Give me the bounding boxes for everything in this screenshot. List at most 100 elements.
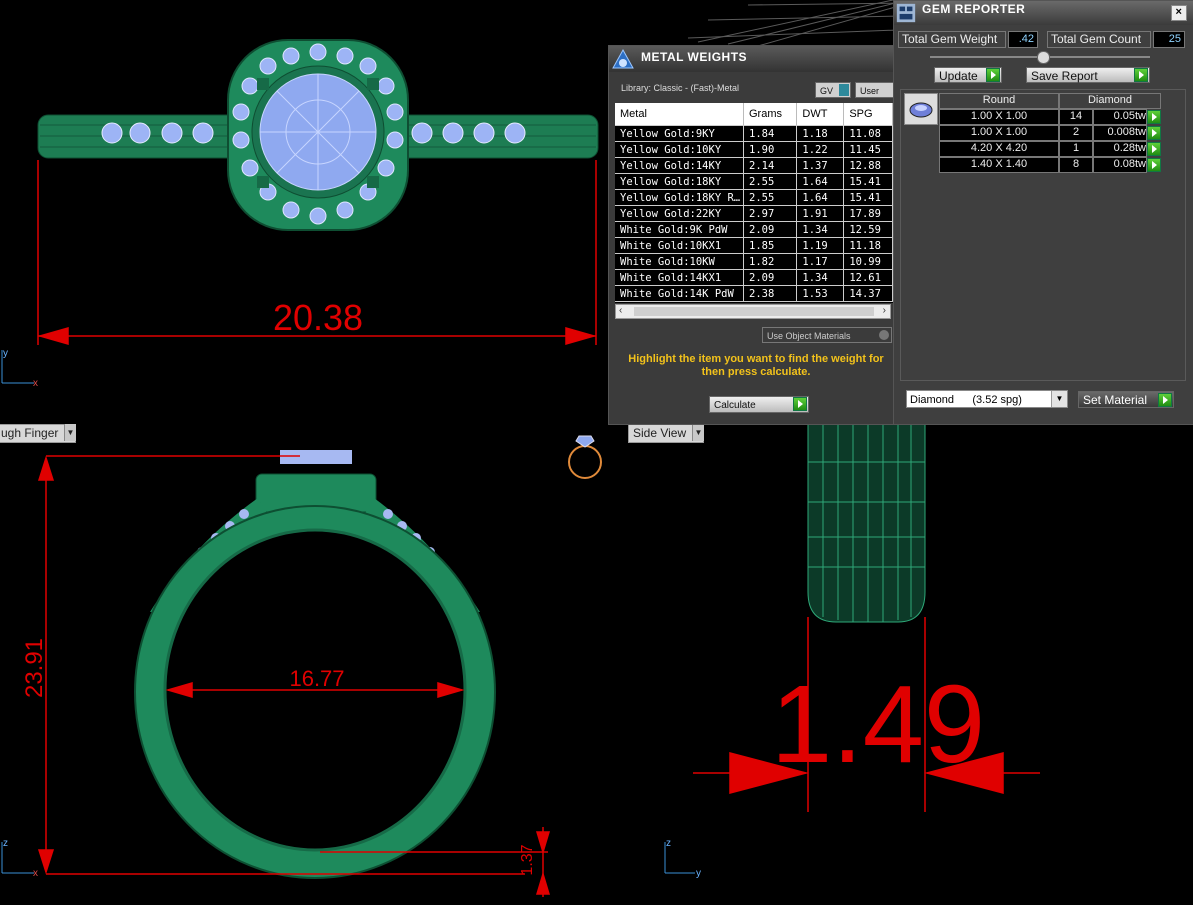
gem-count-cell: 2 bbox=[1059, 125, 1093, 141]
library-label: Library: Classic - (Fast)-Metal bbox=[621, 83, 740, 93]
close-icon[interactable]: × bbox=[1171, 5, 1187, 21]
metal-name-cell: Yellow Gold:9KY bbox=[615, 125, 744, 142]
col-header-spg[interactable]: SPG bbox=[843, 103, 893, 126]
col-header-grams[interactable]: Grams bbox=[743, 103, 798, 126]
table-row[interactable]: White Gold:10KX1 1.85 1.19 11.18 bbox=[615, 237, 893, 254]
metal-weights-panel: METAL WEIGHTS Library: Classic - (Fast)-… bbox=[608, 45, 895, 425]
gem-header-material: Diamond bbox=[1059, 93, 1161, 109]
metal-weights-titlebar[interactable]: METAL WEIGHTS bbox=[609, 46, 894, 72]
col-header-metal[interactable]: Metal bbox=[615, 103, 744, 126]
metal-name-cell: White Gold:9K PdW bbox=[615, 221, 744, 238]
dwt-cell: 1.37 bbox=[796, 157, 845, 174]
chevron-down-icon[interactable]: ▼ bbox=[1051, 391, 1067, 407]
gem-row-select-button[interactable] bbox=[1147, 142, 1161, 156]
save-report-label: Save Report bbox=[1031, 69, 1098, 83]
grams-cell: 1.84 bbox=[743, 125, 798, 142]
gem-size-cell: 1.00 X 1.00 bbox=[939, 125, 1059, 141]
front-view-ring-drawing: 23.91 16.77 1.37 z x bbox=[1, 435, 602, 897]
grams-cell: 2.38 bbox=[743, 285, 798, 302]
scroll-right-icon[interactable]: › bbox=[883, 305, 886, 316]
front-viewport[interactable]: ugh Finger ▼ 23.91 16.77 1.37 z x bbox=[0, 422, 625, 905]
gem-thumbnail[interactable] bbox=[904, 93, 938, 125]
gem-count-cell: 8 bbox=[1059, 157, 1093, 173]
metal-weights-table: Metal Grams DWT SPG Yellow Gold:9KY 1.84 1… bbox=[615, 103, 893, 302]
col-header-dwt[interactable]: DWT bbox=[796, 103, 845, 126]
calculate-hint: Highlight the item you want to find the … bbox=[628, 353, 884, 378]
front-axis-y-label: z bbox=[3, 838, 8, 849]
horizontal-scrollbar[interactable]: ‹ › bbox=[615, 304, 891, 319]
spg-cell: 11.18 bbox=[843, 237, 893, 254]
metal-name-cell: Yellow Gold:10KY bbox=[615, 141, 744, 158]
gem-reporter-titlebar[interactable]: GEM REPORTER × bbox=[894, 1, 1193, 25]
gem-size-cell: 1.40 X 1.40 bbox=[939, 157, 1059, 173]
total-gem-count-label: Total Gem Count bbox=[1047, 31, 1151, 48]
table-row[interactable]: Yellow Gold:10KY 1.90 1.22 11.45 bbox=[615, 141, 893, 158]
table-row[interactable]: Yellow Gold:18KY 2.55 1.64 15.41 bbox=[615, 173, 893, 190]
front-inner-dimension-text: 16.77 bbox=[289, 666, 344, 691]
dwt-cell: 1.18 bbox=[796, 125, 845, 142]
set-material-label: Set Material bbox=[1083, 393, 1148, 407]
table-row[interactable]: White Gold:9K PdW 2.09 1.34 12.59 bbox=[615, 221, 893, 238]
set-material-button[interactable]: Set Material bbox=[1078, 391, 1174, 408]
use-object-materials-checkbox[interactable]: Use Object Materials bbox=[762, 327, 892, 343]
play-icon bbox=[1158, 393, 1172, 407]
table-row[interactable]: Yellow Gold:14KY 2.14 1.37 12.88 bbox=[615, 157, 893, 174]
table-row[interactable]: White Gold:10KW 1.82 1.17 10.99 bbox=[615, 253, 893, 270]
table-row[interactable]: White Gold:14KX1 2.09 1.34 12.61 bbox=[615, 269, 893, 286]
side-viewport[interactable]: Side View ▼ 1.49 z y bbox=[628, 422, 1193, 905]
scroll-left-icon[interactable]: ‹ bbox=[619, 305, 622, 316]
play-icon bbox=[986, 68, 1000, 82]
gem-reporter-title: GEM REPORTER bbox=[922, 2, 1026, 16]
metal-name-cell: Yellow Gold:14KY bbox=[615, 157, 744, 174]
dwt-cell: 1.34 bbox=[796, 221, 845, 238]
gem-row-select-button[interactable] bbox=[1147, 158, 1161, 172]
spg-cell: 10.99 bbox=[843, 253, 893, 270]
material-select[interactable]: Diamond (3.52 spg) ▼ bbox=[906, 390, 1068, 408]
calculate-button[interactable]: Calculate bbox=[709, 396, 809, 413]
gem-count-cell: 1 bbox=[1059, 141, 1093, 157]
gem-weight-cell: 0.008tw bbox=[1093, 125, 1147, 141]
gem-weight-cell: 0.05tw bbox=[1093, 109, 1147, 125]
save-report-button[interactable]: Save Report bbox=[1026, 67, 1150, 83]
metal-name-cell: White Gold:10KW bbox=[615, 253, 744, 270]
gv-button[interactable]: GV bbox=[815, 82, 851, 98]
table-row[interactable]: Yellow Gold:22KY 2.97 1.91 17.89 bbox=[615, 205, 893, 222]
top-axis-x-label: x bbox=[33, 378, 38, 389]
use-object-materials-label: Use Object Materials bbox=[767, 331, 851, 341]
metal-weights-table-container[interactable]: Metal Grams DWT SPG Yellow Gold:9KY 1.84 1… bbox=[615, 103, 893, 303]
gem-row-select-button[interactable] bbox=[1147, 126, 1161, 140]
table-row[interactable]: White Gold:14K PdW 2.38 1.53 14.37 bbox=[615, 285, 893, 302]
gem-count-cell: 14 bbox=[1059, 109, 1093, 125]
gem-weight-cell: 0.08tw bbox=[1093, 157, 1147, 173]
play-icon bbox=[793, 397, 807, 411]
panel-slider[interactable] bbox=[930, 51, 1150, 64]
dwt-cell: 1.34 bbox=[796, 269, 845, 286]
metal-weights-logo-icon bbox=[612, 48, 634, 69]
gem-size-cell: 1.00 X 1.00 bbox=[939, 109, 1059, 125]
metal-name-cell: White Gold:14K PdW bbox=[615, 285, 744, 302]
update-label: Update bbox=[939, 69, 978, 83]
side-dimension-text: 1.49 bbox=[771, 663, 985, 786]
total-gem-weight-label: Total Gem Weight bbox=[898, 31, 1006, 48]
calculate-label: Calculate bbox=[714, 400, 756, 411]
dwt-cell: 1.17 bbox=[796, 253, 845, 270]
gem-row-select-button[interactable] bbox=[1147, 110, 1161, 124]
side-view-ring-drawing: 1.49 z y bbox=[664, 422, 1040, 879]
dwt-cell: 1.64 bbox=[796, 173, 845, 190]
table-row[interactable]: Yellow Gold:9KY 1.84 1.18 11.08 bbox=[615, 125, 893, 142]
user-button[interactable]: User bbox=[855, 82, 895, 98]
round-gem-icon bbox=[909, 102, 933, 118]
update-button[interactable]: Update bbox=[934, 67, 1002, 83]
top-viewport[interactable]: 20.38 y x bbox=[0, 0, 625, 420]
metal-name-cell: Yellow Gold:22KY bbox=[615, 205, 744, 222]
gem-reporter-panel: GEM REPORTER × Total Gem Weight .42 Tota… bbox=[893, 0, 1193, 425]
metal-name-cell: White Gold:10KX1 bbox=[615, 237, 744, 254]
material-select-value: Diamond (3.52 spg) bbox=[910, 394, 1022, 406]
gem-reporter-logo-icon bbox=[896, 3, 916, 23]
dwt-cell: 1.91 bbox=[796, 205, 845, 222]
table-row[interactable]: Yellow Gold:18KY R… 2.55 1.64 15.41 bbox=[615, 189, 893, 206]
grams-cell: 1.85 bbox=[743, 237, 798, 254]
dwt-cell: 1.19 bbox=[796, 237, 845, 254]
gv-label: GV bbox=[820, 86, 834, 96]
side-axis-y-label: z bbox=[666, 838, 671, 849]
